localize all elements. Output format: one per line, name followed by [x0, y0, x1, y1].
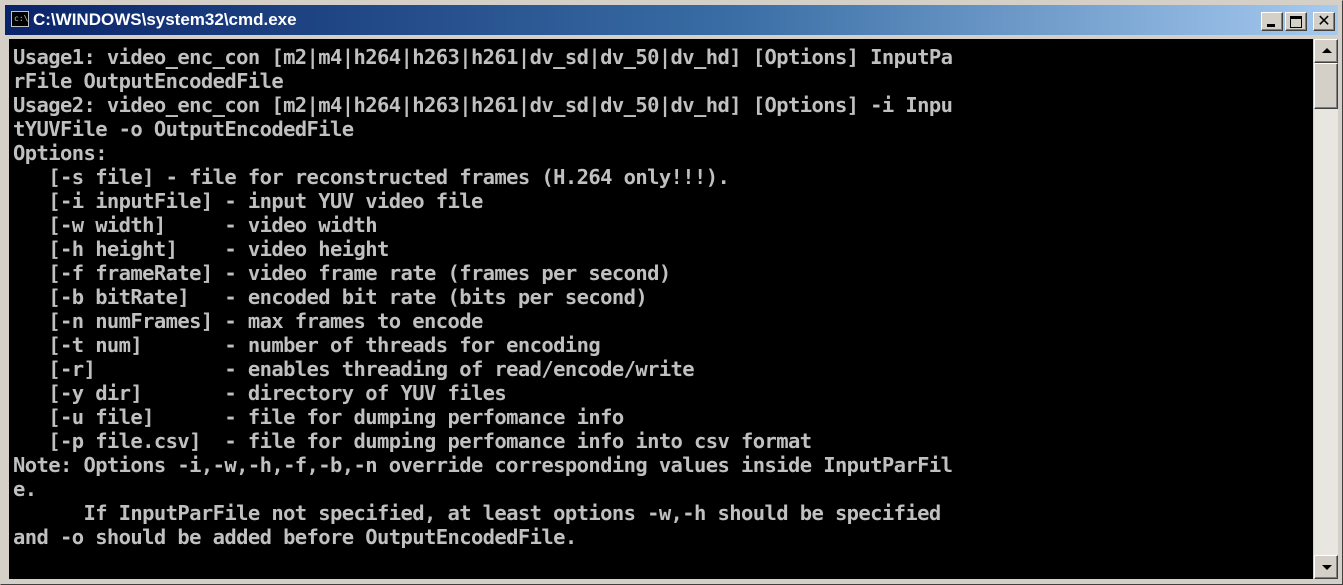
console-line: and -o should be added before OutputEnco…: [13, 525, 577, 549]
title-bar[interactable]: c:\ C:\WINDOWS\system32\cmd.exe ✕: [5, 5, 1338, 35]
console-line: If InputParFile not specified, at least …: [13, 501, 941, 525]
console-line: [-f frameRate] - video frame rate (frame…: [13, 261, 671, 285]
console-window: c:\ C:\WINDOWS\system32\cmd.exe ✕ Usage1…: [0, 0, 1343, 585]
console-line: [-w width] - video width: [13, 213, 378, 237]
console-line: [-y dir] - directory of YUV files: [13, 381, 507, 405]
scroll-down-arrow-icon: [1322, 565, 1332, 570]
scroll-thumb[interactable]: [1314, 63, 1338, 109]
console-line: [-s file] - file for reconstructed frame…: [13, 165, 730, 189]
maximize-icon: [1290, 16, 1302, 28]
window-title: C:\WINDOWS\system32\cmd.exe: [33, 10, 297, 29]
console-line: [-h height] - video height: [13, 237, 389, 261]
scroll-down-button[interactable]: [1314, 555, 1338, 579]
close-button[interactable]: ✕: [1313, 12, 1335, 31]
scroll-up-button[interactable]: [1314, 39, 1338, 63]
maximize-button[interactable]: [1285, 12, 1307, 31]
console-line: rFile OutputEncodedFile: [13, 69, 284, 93]
cmd-app-icon[interactable]: c:\: [11, 11, 29, 27]
console-line: [-u file] - file for dumping perfomance …: [13, 405, 624, 429]
console-line: [-n numFrames] - max frames to encode: [13, 309, 483, 333]
console-line: [-i inputFile] - input YUV video file: [13, 189, 483, 213]
console-line: [-b bitRate] - encoded bit rate (bits pe…: [13, 285, 648, 309]
console-line: Usage2: video_enc_con [m2|m4|h264|h263|h…: [13, 93, 953, 117]
console-line: Options:: [13, 141, 108, 165]
console-line: tYUVFile -o OutputEncodedFile: [13, 117, 354, 141]
scroll-up-arrow-icon: [1322, 48, 1332, 53]
console-line: [-t num] - number of threads for encodin…: [13, 333, 601, 357]
console-line: [-p file.csv] - file for dumping perfoma…: [13, 429, 812, 453]
console-line: e.: [13, 477, 37, 501]
minimize-icon: [1267, 24, 1275, 27]
minimize-button[interactable]: [1261, 12, 1283, 31]
console-line: Usage1: video_enc_con [m2|m4|h264|h263|h…: [13, 45, 953, 69]
close-icon: ✕: [1317, 11, 1331, 30]
vertical-scrollbar[interactable]: [1314, 39, 1338, 579]
console-line: [-r] - enables threading of read/encode/…: [13, 357, 695, 381]
console-output[interactable]: Usage1: video_enc_con [m2|m4|h264|h263|h…: [9, 39, 1313, 579]
console-text: Usage1: video_enc_con [m2|m4|h264|h263|h…: [9, 39, 1313, 549]
console-line: Note: Options -i,-w,-h,-f,-b,-n override…: [13, 453, 953, 477]
